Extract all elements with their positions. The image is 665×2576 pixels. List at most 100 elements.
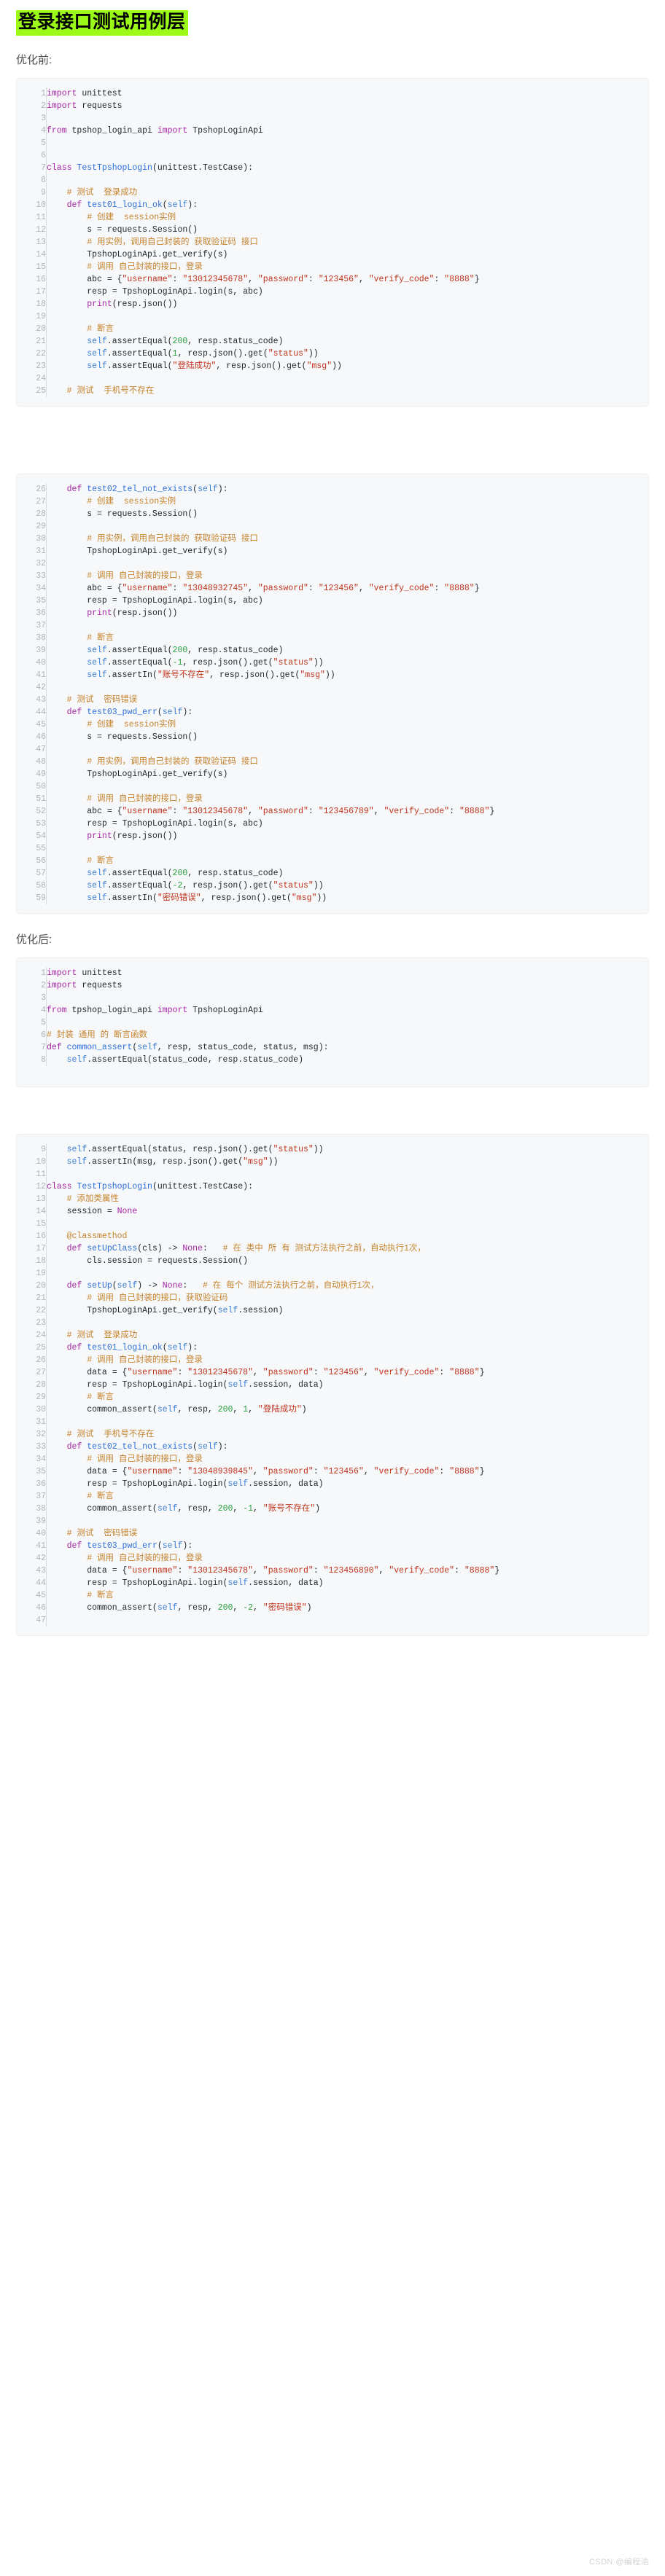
code-line-source[interactable] [47,1267,649,1280]
code-line-source[interactable]: resp = TpshopLoginApi.login(self.session… [47,1379,649,1391]
code-line-source[interactable]: TpshopLoginApi.get_verify(s) [47,248,649,261]
code-line-source[interactable]: print(resp.json()) [47,607,649,619]
code-line-source[interactable]: # 创建 session实例 [47,496,649,508]
code-line-source[interactable]: print(resp.json()) [47,298,649,310]
code-line-source[interactable]: self.assertEqual(200, resp.status_code) [47,644,649,657]
code-line-source[interactable] [47,1218,649,1230]
code-line-source[interactable]: # 用实例，调用自己封装的 获取验证码 接口 [47,533,649,545]
code-line-source[interactable]: @classmethod [47,1230,649,1242]
code-line-source[interactable]: # 调用 自己封装的接口，获取验证码 [47,1292,649,1304]
code-line-source[interactable]: self.assertEqual(-1, resp.json().get("st… [47,657,649,669]
code-line-source[interactable]: self.assertEqual(200, resp.status_code) [47,335,649,348]
code-line-source[interactable]: common_assert(self, resp, 200, -2, "密码错误… [47,1602,649,1614]
code-line-source[interactable]: def test02_tel_not_exists(self): [47,1441,649,1453]
code-line-source[interactable]: self.assertEqual(1, resp.json().get("sta… [47,348,649,360]
code-line-source[interactable] [47,780,649,793]
code-line-source[interactable]: s = requests.Session() [47,508,649,520]
code-line-source[interactable]: session = None [47,1205,649,1218]
code-line-source[interactable]: # 添加类属性 [47,1193,649,1205]
code-line-source[interactable]: # 测试 手机号不存在 [47,1428,649,1441]
code-line-source[interactable]: # 断言 [47,323,649,335]
code-line-source[interactable]: def test03_pwd_err(self): [47,706,649,719]
code-line-source[interactable]: def setUp(self) -> None: # 在 每个 测试方法执行之前… [47,1280,649,1292]
code-line-source[interactable] [47,1017,649,1029]
code-line-source[interactable]: self.assertEqual(status, resp.json().get… [47,1143,649,1156]
code-line-source[interactable]: import unittest [47,87,649,100]
code-line-source[interactable]: def test01_login_ok(self): [47,199,649,211]
code-line-source[interactable]: # 调用 自己封装的接口，登录 [47,261,649,273]
code-block-before-part-2[interactable]: 26 def test02_tel_not_exists(self): 27 # … [16,474,649,915]
code-line-source[interactable] [47,1317,649,1329]
code-line-source[interactable] [47,681,649,694]
code-block-before-part-1[interactable]: 1 import unittest 2 import requests 3 4 from … [16,78,649,407]
code-line-source[interactable]: abc = {"username": "13012345678", "passw… [47,273,649,286]
code-line-source[interactable]: data = {"username": "13012345678", "pass… [47,1366,649,1379]
code-line-source[interactable]: def setUpClass(cls) -> None: # 在 类中 所 有 … [47,1242,649,1255]
code-line-source[interactable]: # 创建 session实例 [47,211,649,224]
code-line-source[interactable] [47,619,649,632]
code-line-source[interactable]: TpshopLoginApi.get_verify(s) [47,768,649,780]
code-line-source[interactable]: # 用实例，调用自己封装的 获取验证码 接口 [47,756,649,768]
code-line-source[interactable]: s = requests.Session() [47,224,649,236]
code-line-source[interactable] [47,149,649,162]
code-line-source[interactable]: self.assertEqual(status_code, resp.statu… [47,1054,649,1066]
code-line-source[interactable]: data = {"username": "13048939845", "pass… [47,1465,649,1478]
code-line-source[interactable]: def test03_pwd_err(self): [47,1540,649,1552]
code-line-source[interactable]: resp = TpshopLoginApi.login(s, abc) [47,595,649,607]
code-line-source[interactable]: # 调用 自己封装的接口，登录 [47,570,649,582]
code-line-source[interactable] [47,137,649,149]
code-line-source[interactable]: self.assertEqual(-2, resp.json().get("st… [47,880,649,892]
code-line-source[interactable]: # 断言 [47,855,649,867]
code-line-source[interactable]: data = {"username": "13012345678", "pass… [47,1565,649,1577]
code-line-source[interactable]: # 封装 通用 的 断言函数 [47,1029,649,1041]
code-line-source[interactable]: import requests [47,100,649,112]
code-line-source[interactable] [47,310,649,323]
code-line-source[interactable]: # 测试 登录成功 [47,1329,649,1342]
code-line-source[interactable] [47,743,649,756]
code-line-source[interactable]: # 调用 自己封装的接口，登录 [47,1552,649,1565]
code-line-source[interactable]: cls.session = requests.Session() [47,1255,649,1267]
code-line-source[interactable] [47,1515,649,1527]
code-line-source[interactable] [47,842,649,855]
code-line-source[interactable]: class TestTpshopLogin(unittest.TestCase)… [47,162,649,174]
code-line-source[interactable]: def test02_tel_not_exists(self): [47,483,649,496]
code-line-source[interactable]: abc = {"username": "13048932745", "passw… [47,582,649,595]
code-block-after-part-1[interactable]: 1 import unittest 2 import requests 3 4 from … [16,958,649,1088]
code-block-after-part-2[interactable]: 9 self.assertEqual(status, resp.json().g… [16,1134,649,1637]
code-line-source[interactable] [47,1168,649,1181]
code-line-source[interactable]: self.assertIn(msg, resp.json().get("msg"… [47,1156,649,1168]
code-line-source[interactable]: resp = TpshopLoginApi.login(s, abc) [47,818,649,830]
code-line-source[interactable]: class TestTpshopLogin(unittest.TestCase)… [47,1181,649,1193]
code-line-source[interactable] [47,112,649,125]
code-line-source[interactable]: # 测试 密码错误 [47,694,649,706]
code-line-source[interactable]: # 断言 [47,1490,649,1503]
code-line-source[interactable] [47,372,649,385]
code-line-source[interactable]: from tpshop_login_api import TpshopLogin… [47,125,649,137]
code-line-source[interactable]: from tpshop_login_api import TpshopLogin… [47,1004,649,1017]
code-line-source[interactable]: import requests [47,979,649,992]
code-line-source[interactable]: print(resp.json()) [47,830,649,842]
code-line-source[interactable] [47,1416,649,1428]
code-line-source[interactable]: abc = {"username": "13012345678", "passw… [47,805,649,818]
code-line-source[interactable]: self.assertEqual(200, resp.status_code) [47,867,649,880]
code-line-source[interactable]: resp = TpshopLoginApi.login(self.session… [47,1478,649,1490]
code-line-source[interactable]: self.assertIn("账号不存在", resp.json().get("… [47,669,649,681]
code-line-source[interactable]: # 调用 自己封装的接口，登录 [47,1354,649,1366]
code-line-source[interactable]: import unittest [47,967,649,979]
code-line-source[interactable] [47,520,649,533]
code-line-source[interactable]: self.assertEqual("登陆成功", resp.json().get… [47,360,649,372]
code-line-source[interactable]: resp = TpshopLoginApi.login(self.session… [47,1577,649,1589]
code-line-source[interactable] [47,992,649,1004]
code-line-source[interactable]: self.assertIn("密码错误", resp.json().get("m… [47,892,649,904]
code-line-source[interactable]: TpshopLoginApi.get_verify(s) [47,545,649,557]
code-line-source[interactable]: # 断言 [47,632,649,644]
code-line-source[interactable]: # 创建 session实例 [47,719,649,731]
code-line-source[interactable]: def test01_login_ok(self): [47,1342,649,1354]
code-line-source[interactable]: common_assert(self, resp, 200, -1, "账号不存… [47,1503,649,1515]
code-line-source[interactable]: s = requests.Session() [47,731,649,743]
code-line-source[interactable] [47,1614,649,1626]
code-line-source[interactable] [47,557,649,570]
code-line-source[interactable]: def common_assert(self, resp, status_cod… [47,1041,649,1054]
code-line-source[interactable]: # 测试 密码错误 [47,1527,649,1540]
code-line-source[interactable] [47,174,649,187]
